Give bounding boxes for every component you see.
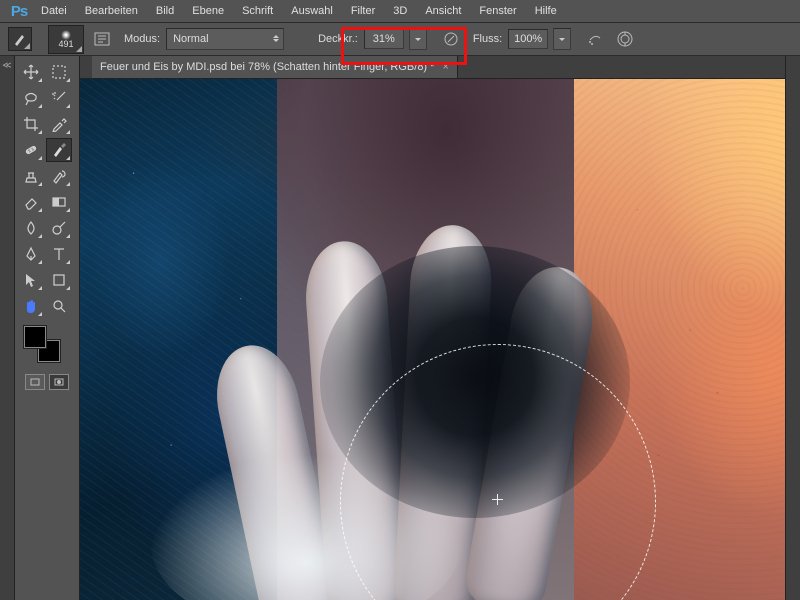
pressure-size-icon[interactable]	[613, 27, 637, 51]
menu-window[interactable]: Fenster	[470, 0, 525, 22]
clone-stamp-tool[interactable]	[18, 164, 44, 188]
menu-image[interactable]: Bild	[147, 0, 183, 22]
dodge-tool[interactable]	[46, 216, 72, 240]
document-area: Feuer und Eis by MDI.psd bei 78% (Schatt…	[80, 56, 785, 600]
eraser-tool[interactable]	[18, 190, 44, 214]
canvas[interactable]	[80, 79, 785, 600]
app-logo: Ps	[6, 0, 32, 22]
menu-edit[interactable]: Bearbeiten	[76, 0, 147, 22]
foreground-color-swatch[interactable]	[24, 326, 46, 348]
close-icon[interactable]: ×	[442, 61, 448, 73]
brush-preset-picker[interactable]: 491	[48, 25, 84, 54]
gradient-tool[interactable]	[46, 190, 72, 214]
zoom-tool[interactable]	[46, 294, 72, 318]
type-tool[interactable]	[46, 242, 72, 266]
tool-preset-picker[interactable]	[8, 27, 32, 51]
opacity-input[interactable]: 31%	[364, 29, 404, 49]
healing-brush-tool[interactable]	[18, 138, 44, 162]
brush-size-readout: 491	[58, 40, 73, 49]
path-select-tool[interactable]	[18, 268, 44, 292]
document-tab-title: Feuer und Eis by MDI.psd bei 78% (Schatt…	[100, 61, 434, 73]
blend-mode-label: Modus:	[124, 33, 160, 45]
magic-wand-tool[interactable]	[46, 86, 72, 110]
color-swatches[interactable]	[24, 326, 64, 364]
eyedropper-tool[interactable]	[46, 112, 72, 136]
lasso-tool[interactable]	[18, 86, 44, 110]
shape-tool[interactable]	[46, 268, 72, 292]
opacity-label: Deckkr.:	[318, 33, 358, 45]
marquee-tool[interactable]	[46, 60, 72, 84]
flow-dropdown[interactable]	[553, 28, 571, 50]
menu-layer[interactable]: Ebene	[183, 0, 233, 22]
left-gutter: ≪	[0, 56, 15, 600]
collapse-chevron-icon[interactable]: ≪	[2, 60, 12, 68]
crop-tool[interactable]	[18, 112, 44, 136]
airbrush-icon[interactable]	[583, 27, 607, 51]
brush-panel-toggle-icon[interactable]	[90, 27, 114, 51]
right-gutter	[785, 56, 800, 600]
menu-3d[interactable]: 3D	[384, 0, 416, 22]
menu-filter[interactable]: Filter	[342, 0, 384, 22]
history-brush-tool[interactable]	[46, 164, 72, 188]
hand-tool[interactable]	[18, 294, 44, 318]
menu-select[interactable]: Auswahl	[282, 0, 342, 22]
opacity-dropdown[interactable]	[409, 28, 427, 50]
brush-tool[interactable]	[46, 138, 72, 162]
move-tool[interactable]	[18, 60, 44, 84]
blur-tool[interactable]	[18, 216, 44, 240]
menubar: Ps Datei Bearbeiten Bild Ebene Schrift A…	[0, 0, 800, 22]
tools-panel	[15, 56, 80, 600]
flow-input[interactable]: 100%	[508, 29, 548, 49]
flow-label: Fluss:	[473, 33, 502, 45]
document-tab[interactable]: Feuer und Eis by MDI.psd bei 78% (Schatt…	[92, 56, 458, 78]
document-tabbar: Feuer und Eis by MDI.psd bei 78% (Schatt…	[80, 56, 785, 79]
quickmask-mode-icon[interactable]	[49, 374, 69, 390]
standard-mode-icon[interactable]	[25, 374, 45, 390]
menu-help[interactable]: Hilfe	[526, 0, 566, 22]
canvas-image	[80, 79, 785, 600]
options-bar: 491 Modus: Normal Deckkr.: 31% Fluss: 10…	[0, 22, 800, 56]
menu-file[interactable]: Datei	[32, 0, 76, 22]
pressure-opacity-icon[interactable]	[439, 27, 463, 51]
menu-type[interactable]: Schrift	[233, 0, 282, 22]
menu-view[interactable]: Ansicht	[416, 0, 470, 22]
blend-mode-select[interactable]: Normal	[166, 28, 284, 50]
blend-mode-value: Normal	[173, 33, 208, 45]
pen-tool[interactable]	[18, 242, 44, 266]
